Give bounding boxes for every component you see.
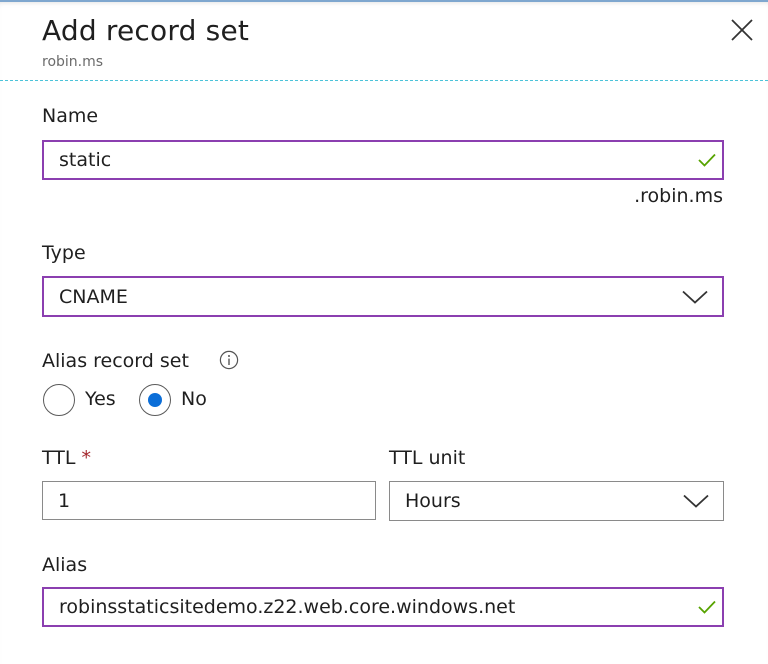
close-icon [731,19,753,41]
add-record-set-panel: Add record set robin.ms Name static .rob… [0,0,768,664]
type-dropdown[interactable]: CNAME [42,276,724,317]
panel-header: Add record set robin.ms [0,2,768,81]
radio-selected-dot [147,392,162,407]
close-button[interactable] [728,16,756,44]
alias-label: Alias [42,554,88,576]
name-label: Name [42,105,99,127]
checkmark-icon [698,153,716,167]
name-input-value: static [59,149,112,171]
ttl-unit-dropdown[interactable]: Hours [389,481,724,521]
ttl-label-text: TTL [42,447,76,469]
alias-input-value: robinsstaticsitedemo.z22.web.core.window… [59,596,516,618]
checkmark-icon [698,600,716,614]
radio-circle [43,384,75,416]
alias-input[interactable]: robinsstaticsitedemo.z22.web.core.window… [42,587,724,627]
required-marker: * [81,447,91,469]
radio-label: No [181,388,207,410]
alias-yes-radio[interactable]: Yes [43,384,123,416]
name-input[interactable]: static [42,140,724,180]
type-selected-value: CNAME [59,285,128,308]
ttl-input[interactable]: 1 [42,481,376,520]
chevron-down-icon [682,290,708,304]
info-icon[interactable] [219,350,239,370]
chevron-down-icon [683,494,709,508]
ttl-input-value: 1 [58,489,71,512]
ttl-label: TTL * [42,447,91,469]
domain-suffix: .robin.ms [634,185,723,207]
alias-no-radio[interactable]: No [139,384,219,416]
page-subtitle: robin.ms [42,54,104,70]
radio-label: Yes [85,388,116,410]
type-label: Type [42,242,86,264]
page-title: Add record set [42,14,250,47]
ttl-unit-label: TTL unit [389,447,466,469]
ttl-unit-selected-value: Hours [405,490,461,512]
alias-record-set-label: Alias record set [42,350,189,372]
radio-circle [139,384,171,416]
